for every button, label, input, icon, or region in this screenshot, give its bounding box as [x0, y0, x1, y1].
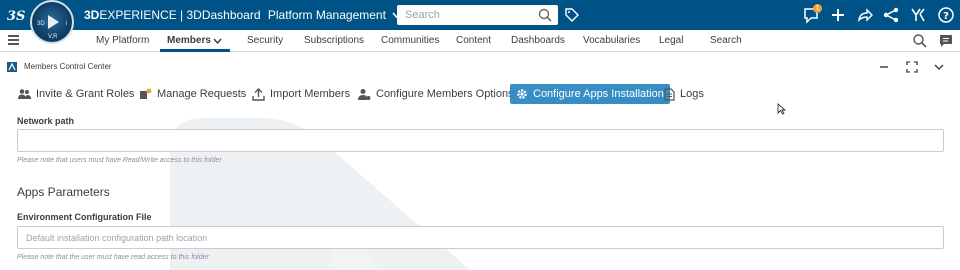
requests-icon — [140, 88, 152, 99]
compass-icon[interactable]: 3D V,R i — [30, 0, 74, 44]
minimize-icon[interactable] — [877, 60, 891, 74]
document-icon — [664, 87, 675, 101]
configure-apps-installation-button[interactable]: Configure Apps Installation — [510, 84, 670, 104]
add-icon[interactable] — [829, 6, 847, 24]
menu-icon[interactable] — [8, 35, 19, 45]
gear-icon — [517, 89, 527, 99]
manage-requests-button[interactable]: Manage Requests — [139, 84, 246, 104]
tab-search[interactable]: Search — [710, 35, 742, 46]
notification-badge: 1 — [813, 4, 822, 13]
env-config-help: Please note that the user must have read… — [17, 254, 209, 261]
help-icon[interactable]: ? — [937, 6, 955, 24]
tab-legal[interactable]: Legal — [659, 35, 683, 46]
top-bar: 3S 3DEXPERIENCE | 3DDashboard Platform M… — [0, 0, 960, 30]
env-config-label: Environment Configuration File — [17, 212, 152, 222]
search-person-icon[interactable] — [912, 33, 928, 49]
widget-title: Members Control Center — [24, 62, 112, 71]
mouse-cursor-icon — [777, 103, 786, 115]
share-icon[interactable] — [856, 6, 874, 24]
svg-text:3S: 3S — [7, 9, 25, 24]
apps-icon[interactable] — [909, 6, 927, 24]
invite-grant-roles-button[interactable]: Invite & Grant Roles — [18, 84, 134, 104]
tab-subscriptions[interactable]: Subscriptions — [304, 35, 364, 46]
logs-button[interactable]: Logs — [664, 84, 704, 104]
brand-title[interactable]: 3DEXPERIENCE | 3DDashboard Platform Mana… — [84, 8, 401, 22]
members-app-icon — [7, 62, 17, 72]
tab-vocabularies[interactable]: Vocabularies — [583, 35, 640, 46]
maximize-icon[interactable] — [905, 60, 919, 74]
chevron-down-icon[interactable] — [932, 60, 946, 74]
tab-communities[interactable]: Communities — [381, 35, 439, 46]
compass-play-icon — [48, 15, 59, 29]
tab-dashboards[interactable]: Dashboards — [511, 35, 565, 46]
upload-icon — [252, 87, 265, 101]
nav-bar: My Platform Members Security Subscriptio… — [0, 30, 960, 52]
compass-label-vr: V,R — [48, 34, 58, 40]
tab-content[interactable]: Content — [456, 35, 491, 46]
user-settings-icon — [358, 88, 371, 100]
tab-security[interactable]: Security — [247, 35, 283, 46]
env-config-input[interactable]: Default installation configuration path … — [17, 226, 944, 249]
toolbar: Invite & Grant Roles Manage Requests Imp… — [0, 82, 960, 106]
tab-my-platform[interactable]: My Platform — [96, 35, 149, 46]
users-icon — [18, 89, 31, 99]
env-config-placeholder: Default installation configuration path … — [26, 232, 208, 243]
network-path-help: Please note that users must have Read/Wr… — [17, 157, 222, 164]
apps-parameters-heading: Apps Parameters — [17, 185, 110, 199]
chat-icon[interactable] — [939, 34, 953, 48]
tab-members[interactable]: Members — [167, 35, 211, 46]
network-icon[interactable] — [882, 6, 900, 24]
tag-icon[interactable] — [564, 7, 580, 23]
search-input[interactable]: Search — [397, 5, 558, 25]
configure-members-options-button[interactable]: Configure Members Options — [358, 84, 514, 104]
chevron-down-icon[interactable] — [213, 38, 222, 44]
widget-header: Members Control Center — [0, 56, 960, 78]
compass-label-3d: 3D — [37, 21, 45, 27]
import-members-button[interactable]: Import Members — [252, 84, 350, 104]
compass-label-i: i — [66, 21, 68, 27]
active-tab-indicator — [160, 49, 230, 52]
ds-logo-icon[interactable]: 3S — [6, 6, 28, 24]
svg-text:?: ? — [943, 11, 949, 22]
network-path-label: Network path — [17, 116, 75, 126]
network-path-input[interactable] — [17, 129, 944, 152]
search-icon[interactable] — [538, 8, 552, 22]
